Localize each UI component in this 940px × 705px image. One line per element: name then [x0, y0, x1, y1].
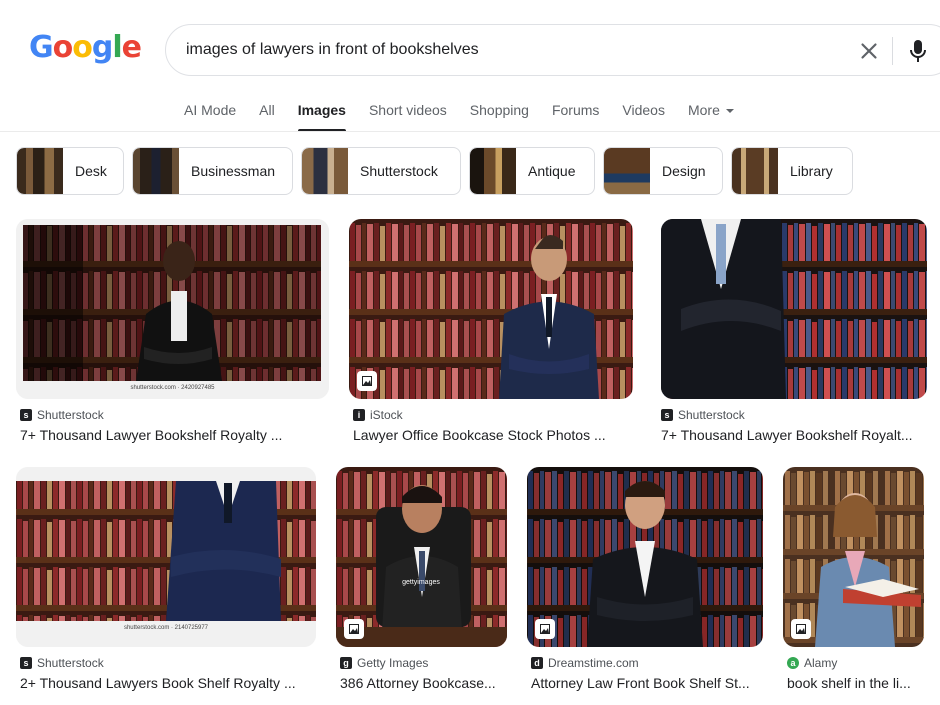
result-image[interactable]	[527, 467, 763, 647]
result-title[interactable]: 7+ Thousand Lawyer Bookshelf Royalt...	[661, 427, 927, 443]
result-image[interactable]	[783, 467, 924, 647]
result-source: d Dreamstime.com	[531, 656, 639, 670]
chip-library[interactable]: Library	[731, 147, 853, 195]
tab-images[interactable]: Images	[297, 101, 347, 132]
result-source: s Shutterstock	[20, 656, 104, 670]
chip-thumbnail	[604, 148, 650, 194]
chip-label: Shutterstock	[360, 163, 438, 179]
chip-thumbnail	[133, 148, 179, 194]
logo-letter: g	[91, 30, 114, 65]
lawyer-photo	[16, 219, 329, 399]
chip-label: Businessman	[191, 163, 276, 179]
istock-icon: i	[353, 409, 365, 421]
result-source-label: Dreamstime.com	[548, 656, 639, 670]
tab-more-label: More	[687, 102, 720, 118]
result-source-label: Shutterstock	[37, 408, 104, 422]
tab-all[interactable]: All	[259, 101, 275, 132]
search-input[interactable]	[186, 37, 826, 63]
chip-thumbnail	[17, 148, 63, 194]
result-source: i iStock	[353, 408, 403, 422]
chip-thumbnail	[302, 148, 348, 194]
result-source: a Alamy	[787, 656, 837, 670]
chip-thumbnail	[732, 148, 778, 194]
image-watermark: gettyimages	[402, 579, 440, 586]
dreamstime-icon: d	[531, 657, 543, 669]
result-image[interactable]: gettyimages	[336, 467, 507, 647]
chip-thumbnail	[470, 148, 516, 194]
lawyer-photo	[349, 219, 633, 399]
chip-design[interactable]: Design	[603, 147, 723, 195]
result-title[interactable]: book shelf in the li...	[787, 675, 924, 691]
result-title[interactable]: Attorney Law Front Book Shelf St...	[531, 675, 763, 691]
getty-icon: g	[340, 657, 352, 669]
result-source-label: Shutterstock	[678, 408, 745, 422]
tab-ai-mode[interactable]: AI Mode	[184, 101, 236, 132]
tab-videos[interactable]: Videos	[622, 101, 665, 132]
chip-label: Library	[790, 163, 833, 179]
result-title[interactable]: 2+ Thousand Lawyers Book Shelf Royalty .…	[20, 675, 316, 691]
image-watermark: shutterstock.com · 2420927485	[130, 385, 215, 391]
chip-label: Antique	[528, 163, 576, 179]
tab-more[interactable]: More	[688, 101, 734, 132]
lawyer-photo	[661, 219, 927, 399]
result-source-label: iStock	[370, 408, 403, 422]
shutterstock-icon: s	[20, 409, 32, 421]
logo-letter: o	[52, 30, 74, 65]
chip-shutterstock[interactable]: Shutterstock	[301, 147, 461, 195]
result-source-label: Shutterstock	[37, 656, 104, 670]
result-title[interactable]: 7+ Thousand Lawyer Bookshelf Royalty ...	[20, 427, 320, 443]
logo-letter: G	[29, 30, 54, 65]
lawyer-photo	[527, 467, 763, 647]
alamy-icon: a	[787, 657, 799, 669]
tabs-divider	[0, 131, 940, 132]
image-badge-icon	[357, 371, 377, 391]
result-source: g Getty Images	[340, 656, 428, 670]
image-badge-icon	[344, 619, 364, 639]
result-title[interactable]: 386 Attorney Bookcase...	[340, 675, 507, 691]
result-image[interactable]	[349, 219, 633, 399]
shutterstock-icon: s	[20, 657, 32, 669]
image-watermark: shutterstock.com · 2140725977	[123, 625, 209, 631]
search-box	[165, 24, 940, 76]
result-source: s Shutterstock	[661, 408, 745, 422]
search-divider	[892, 37, 893, 65]
google-logo[interactable]: Google	[29, 30, 142, 65]
result-source-label: Alamy	[804, 656, 838, 670]
chip-label: Desk	[75, 163, 107, 179]
logo-letter: e	[121, 30, 142, 65]
logo-letter: o	[72, 30, 93, 65]
result-source-label: Getty Images	[357, 656, 429, 670]
image-badge-icon	[535, 619, 555, 639]
caret-down-icon	[725, 109, 734, 114]
result-image[interactable]: shutterstock.com · 2140725977	[16, 467, 316, 647]
tab-short-videos[interactable]: Short videos	[369, 101, 447, 132]
result-title[interactable]: Lawyer Office Bookcase Stock Photos ...	[353, 427, 633, 443]
tab-shopping[interactable]: Shopping	[470, 101, 529, 132]
logo-letter: l	[112, 30, 122, 65]
clear-icon[interactable]	[856, 38, 882, 64]
chip-label: Design	[662, 163, 706, 179]
image-badge-icon	[791, 619, 811, 639]
chip-antique[interactable]: Antique	[469, 147, 595, 195]
search-tabs: AI Mode All Images Short videos Shopping…	[184, 101, 757, 133]
shutterstock-icon: s	[661, 409, 673, 421]
result-source: s Shutterstock	[20, 408, 104, 422]
chip-businessman[interactable]: Businessman	[132, 147, 293, 195]
microphone-icon[interactable]	[906, 38, 930, 64]
result-image[interactable]	[661, 219, 927, 399]
tab-forums[interactable]: Forums	[552, 101, 599, 132]
chip-desk[interactable]: Desk	[16, 147, 124, 195]
result-image[interactable]: shutterstock.com · 2420927485	[16, 219, 329, 399]
lawyer-photo	[16, 467, 316, 647]
